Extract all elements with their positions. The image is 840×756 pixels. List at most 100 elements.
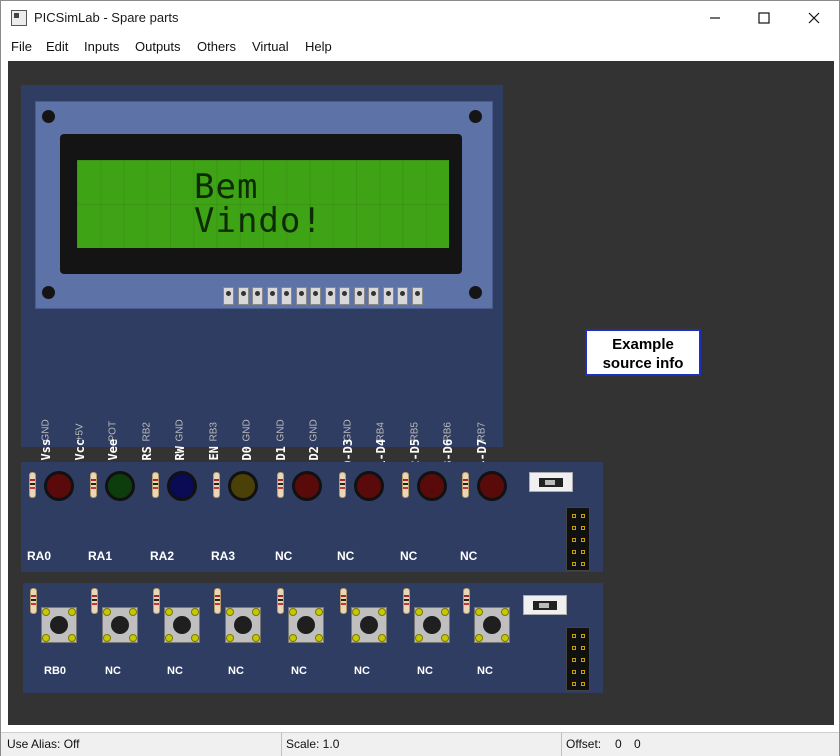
- lcd-pin: GND 7-D0: [236, 353, 260, 475]
- resistor: [463, 588, 470, 614]
- resistor: [153, 588, 160, 614]
- info-line-2: source info: [602, 355, 684, 372]
- led-board[interactable]: RA0 RA1 RA2 RA3 NC NC NC NC: [21, 462, 603, 572]
- menu-inputs[interactable]: Inputs: [84, 39, 119, 54]
- led-board-switch[interactable]: [529, 472, 573, 492]
- button-pin: [42, 608, 50, 616]
- header-pin: [572, 514, 576, 518]
- push-button-3[interactable]: [164, 607, 200, 643]
- maximize-icon: [758, 12, 770, 24]
- button-pin: [68, 634, 76, 642]
- lcd-pin-pad: [310, 287, 321, 305]
- lcd-pin-pad: [281, 287, 292, 305]
- led: [167, 471, 197, 501]
- lcd-pin: GND 10-D3: [337, 353, 361, 475]
- push-button-5[interactable]: [288, 607, 324, 643]
- button-pin: [415, 634, 423, 642]
- lcd-pin-pad: [324, 287, 336, 305]
- close-button[interactable]: [790, 1, 838, 35]
- lcd-pin-name: 5-RW: [173, 446, 187, 475]
- lcd-board[interactable]: Bem Vindo! GND 1-Vss +5V 2-Vcc POT 3-Vee RB2 4-…: [21, 85, 503, 475]
- led-label: NC: [400, 549, 418, 563]
- lcd-pin-name: 4-RS: [139, 446, 154, 475]
- push-button-6[interactable]: [351, 607, 387, 643]
- header-pin: [581, 550, 585, 554]
- mount-hole: [42, 110, 55, 123]
- lcd-pin-name: 14-D7: [474, 438, 489, 475]
- led-label: RA0: [27, 549, 52, 563]
- app-window: PICSimLab - Spare parts File Edit Inputs…: [0, 0, 840, 756]
- example-info-box[interactable]: Example source info: [585, 329, 701, 376]
- resistor: [214, 588, 221, 614]
- resistor: [340, 588, 347, 614]
- push-button-8[interactable]: [474, 607, 510, 643]
- push-button-7[interactable]: [414, 607, 450, 643]
- button-pin: [103, 634, 111, 642]
- button-label: NC: [291, 665, 307, 677]
- maximize-button[interactable]: [740, 1, 788, 35]
- lcd-pin-name: 13-D6: [441, 438, 455, 475]
- button-pin: [226, 608, 234, 616]
- status-offset-y: 0: [634, 737, 641, 751]
- lcd-pin-pad: [411, 287, 423, 305]
- button-label: NC: [477, 665, 493, 677]
- menu-bar: File Edit Inputs Outputs Others Virtual …: [1, 35, 839, 59]
- led: [292, 471, 322, 501]
- button-label: NC: [105, 665, 121, 677]
- led: [477, 471, 507, 501]
- lcd-pin-name: 8-D1: [273, 446, 288, 475]
- lcd-line-2: Vindo!: [194, 201, 323, 241]
- push-button-2[interactable]: [102, 607, 138, 643]
- lcd-pin-pad: [368, 287, 379, 305]
- menu-file[interactable]: File: [11, 39, 32, 54]
- led: [228, 471, 258, 501]
- switch-knob: [533, 601, 557, 610]
- menu-edit[interactable]: Edit: [46, 39, 68, 54]
- lcd-pin: RB3 6-EN: [203, 353, 227, 475]
- resistor: [277, 472, 284, 498]
- header-pin: [572, 646, 576, 650]
- push-button-4[interactable]: [225, 607, 261, 643]
- push-button-1[interactable]: [41, 607, 77, 643]
- header-pin: [581, 646, 585, 650]
- button-pin: [475, 634, 483, 642]
- button-board-switch[interactable]: [523, 595, 567, 615]
- button-pin: [42, 634, 50, 642]
- mount-hole: [42, 286, 55, 299]
- button-pin: [378, 608, 386, 616]
- resistor: [90, 472, 97, 498]
- menu-outputs[interactable]: Outputs: [135, 39, 181, 54]
- close-icon: [808, 12, 820, 24]
- led-label: RA1: [88, 549, 113, 563]
- button-pin: [165, 608, 173, 616]
- lcd-pin-name: 7-D0: [240, 446, 254, 475]
- button-label: NC: [228, 665, 244, 677]
- resistor: [30, 588, 37, 614]
- button-pin: [191, 634, 199, 642]
- header-pin: [581, 634, 585, 638]
- button-board-connector: [566, 627, 590, 691]
- parts-canvas[interactable]: Bem Vindo! GND 1-Vss +5V 2-Vcc POT 3-Vee RB2 4-…: [8, 61, 834, 725]
- lcd-pin-name: 2-Vcc: [72, 438, 87, 475]
- led-label: NC: [337, 549, 355, 563]
- lcd-pin-pad: [339, 287, 350, 305]
- button-pin: [191, 608, 199, 616]
- button-pin: [129, 608, 137, 616]
- menu-virtual[interactable]: Virtual: [252, 39, 289, 54]
- menu-others[interactable]: Others: [197, 39, 236, 54]
- lcd-pin: GND 8-D1: [270, 353, 294, 475]
- menu-help[interactable]: Help: [305, 39, 332, 54]
- header-pin: [572, 550, 576, 554]
- button-pin: [501, 634, 509, 642]
- button-label: NC: [167, 665, 183, 677]
- resistor: [462, 472, 469, 498]
- lcd-screen: Bem Vindo!: [77, 160, 449, 248]
- button-board[interactable]: RB0 NC NC NC NC NC NC NC: [23, 583, 603, 693]
- button-pin: [315, 634, 323, 642]
- lcd-pin-name: 6-EN: [206, 446, 221, 475]
- button-label: NC: [354, 665, 370, 677]
- header-pin: [581, 526, 585, 530]
- minimize-button[interactable]: [691, 1, 739, 35]
- button-pin: [165, 634, 173, 642]
- lcd-pin: GND 9-D2: [303, 353, 327, 475]
